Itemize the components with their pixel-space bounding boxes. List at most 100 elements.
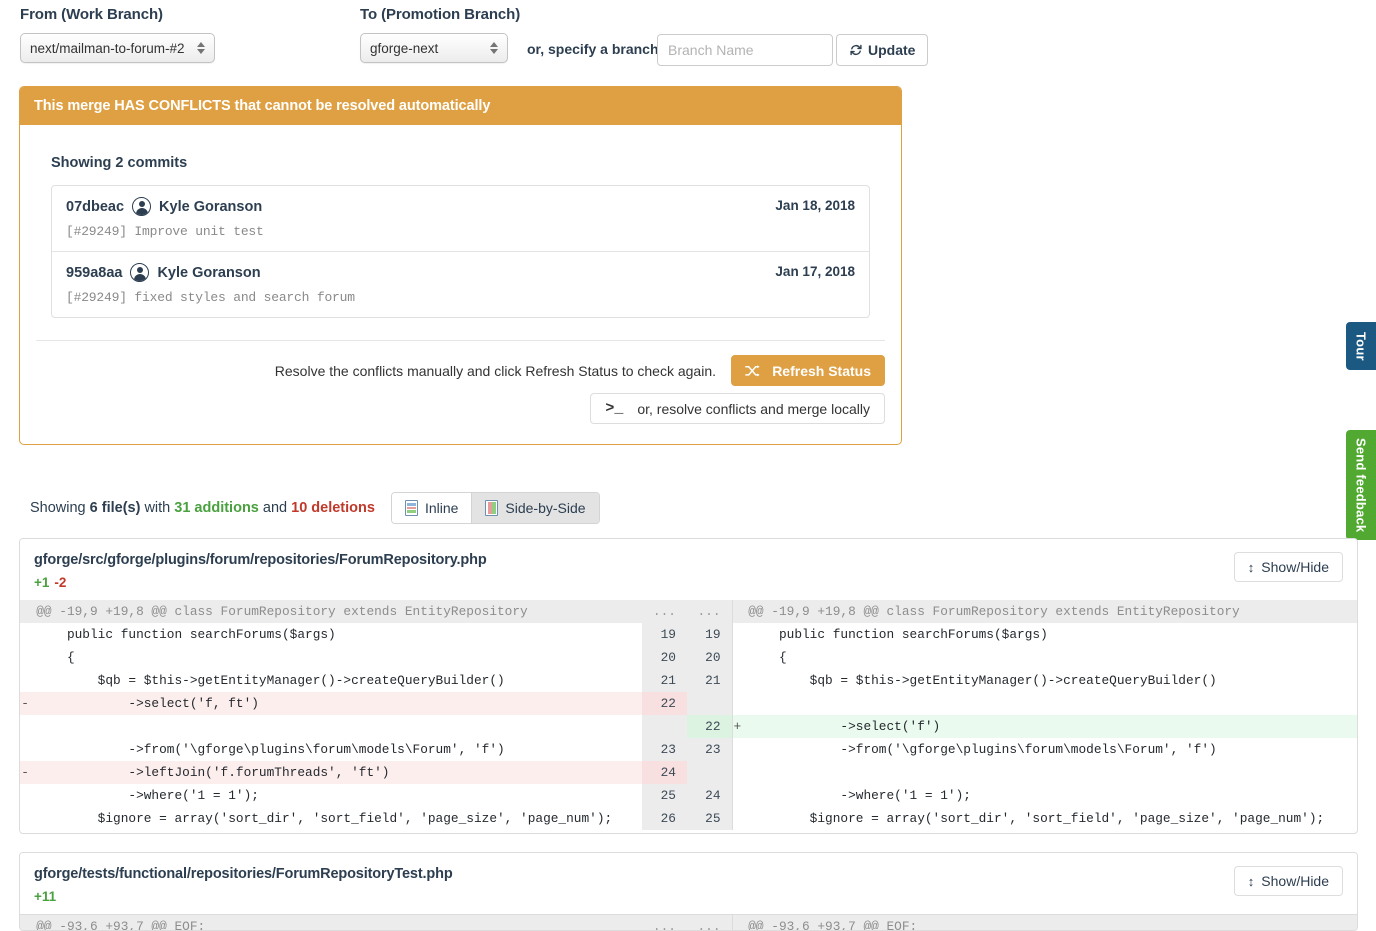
refresh-status-button[interactable]: Refresh Status [731,355,885,386]
left-code: $qb = $this->getEntityManager()->createQ… [30,669,642,692]
table-row: ->where('1 = 1'); 25 24 ->where('1 = 1')… [20,784,1357,807]
list-item[interactable]: 07dbeac Kyle Goranson Jan 18, 2018 [#292… [52,186,869,251]
terminal-icon: >_ [605,400,623,417]
show-hide-button[interactable]: ↕ Show/Hide [1234,866,1343,896]
to-branch-select[interactable]: gforge-next [360,33,508,63]
inline-view-icon [405,500,418,516]
tab-side-by-side-view[interactable]: Side-by-Side [471,493,598,523]
branch-name-input[interactable] [657,34,833,66]
left-marker: - [20,761,30,784]
summary-deletions: 10 deletions [291,500,375,516]
right-code [742,692,1357,715]
table-row: ->from('\gforge\plugins\forum\models\For… [20,738,1357,761]
commit-header: 959a8aa Kyle Goranson [66,263,855,282]
table-row: - ->leftJoin('f.forumThreads', 'ft') 24 [20,761,1357,784]
right-marker [732,738,742,761]
summary-additions: 31 additions [174,500,259,516]
right-code: ->where('1 = 1'); [742,784,1357,807]
left-line-number: 23 [642,738,687,761]
left-code: ->from('\gforge\plugins\forum\models\For… [30,738,642,761]
table-row: $ignore = array('sort_dir', 'sort_field'… [20,807,1357,830]
left-code [30,715,642,738]
tab-side-by-side-label: Side-by-Side [505,500,585,516]
right-marker [732,761,742,784]
update-button[interactable]: Update [836,34,928,66]
hunk-gutter-old: ... [642,915,687,931]
diff-file-header: gforge/src/gforge/plugins/forum/reposito… [20,539,1357,600]
or-specify-branch-label: or, specify a branch [527,41,659,57]
commit-sha[interactable]: 07dbeac [66,199,124,215]
left-line-number: 20 [642,646,687,669]
hunk-header-left: @@ -93,6 +93,7 @@ EOF: [30,915,642,931]
table-row: 22 + ->select('f') [20,715,1357,738]
table-row: public function searchForums($args) 19 1… [20,623,1357,646]
update-button-label: Update [868,42,915,58]
hunk-gutter-new: ... [687,915,732,931]
diff-table: @@ -19,9 +19,8 @@ class ForumRepository … [20,600,1357,830]
right-marker [732,646,742,669]
left-line-number: 22 [642,692,687,715]
hunk-header-left: @@ -19,9 +19,8 @@ class ForumRepository … [30,600,642,623]
right-marker [732,807,742,830]
right-code: ->select('f') [742,715,1357,738]
file-stats: +1-2 [34,575,1343,590]
diff-file-card: gforge/src/gforge/plugins/forum/reposito… [19,538,1358,834]
tab-inline-view[interactable]: Inline [392,493,471,523]
chevron-updown-icon [195,39,206,57]
tour-tab[interactable]: Tour [1346,322,1376,370]
right-line-number: 23 [687,738,732,761]
diff-hunk-header-row: @@ -19,9 +19,8 @@ class ForumRepository … [20,600,1357,623]
right-marker [732,669,742,692]
left-marker [20,784,30,807]
tour-tab-label: Tour [1354,332,1369,361]
show-hide-label: Show/Hide [1261,559,1329,575]
commit-author: Kyle Goranson [159,199,262,215]
commit-message: [#29249] Improve unit test [66,224,855,239]
left-marker [20,669,30,692]
diff-summary-bar: Showing 6 file(s) with 31 additions and … [30,492,600,524]
right-line-number: 22 [687,715,732,738]
merge-request-page: From (Work Branch) next/mailman-to-forum… [0,0,1376,931]
left-code: ->leftJoin('f.forumThreads', 'ft') [30,761,642,784]
file-path[interactable]: gforge/tests/functional/repositories/For… [34,866,1343,882]
summary-with: with [140,500,174,516]
commit-list: 07dbeac Kyle Goranson Jan 18, 2018 [#292… [51,185,870,318]
left-line-number [642,715,687,738]
conflict-panel: This merge HAS CONFLICTS that cannot be … [19,86,902,445]
diff-table: @@ -93,6 +93,7 @@ EOF: ... ... @@ -93,6 … [20,914,1357,931]
commit-message: [#29249] fixed styles and search forum [66,290,855,305]
commit-sha[interactable]: 959a8aa [66,265,122,281]
merge-locally-button[interactable]: >_ or, resolve conflicts and merge local… [590,393,885,424]
right-marker [732,784,742,807]
right-line-number [687,692,732,715]
to-branch-group: To (Promotion Branch) gforge-next [360,6,520,63]
left-code: $ignore = array('sort_dir', 'sort_field'… [30,807,642,830]
send-feedback-tab[interactable]: Send feedback [1346,430,1376,540]
hunk-gutter-old: ... [642,600,687,623]
refresh-icon [849,43,863,57]
diff-file-card: gforge/tests/functional/repositories/For… [19,852,1358,931]
right-code [742,761,1357,784]
right-code: $ignore = array('sort_dir', 'sort_field'… [742,807,1357,830]
list-item[interactable]: 959a8aa Kyle Goranson Jan 17, 2018 [#292… [52,251,869,317]
right-line-number: 19 [687,623,732,646]
left-marker: - [20,692,30,715]
file-additions: +1 [34,575,49,590]
left-line-number: 25 [642,784,687,807]
hunk-header-right: @@ -19,9 +19,8 @@ class ForumRepository … [742,600,1357,623]
file-path[interactable]: gforge/src/gforge/plugins/forum/reposito… [34,552,1343,568]
right-marker: + [732,715,742,738]
hunk-header-right: @@ -93,6 +93,7 @@ EOF: [742,915,1357,931]
tab-inline-label: Inline [425,500,458,516]
summary-and: and [259,500,291,516]
from-branch-select[interactable]: next/mailman-to-forum-#2 [20,33,215,63]
diff-summary-text: Showing 6 file(s) with 31 additions and … [30,500,375,516]
send-feedback-tab-label: Send feedback [1354,438,1369,532]
summary-file-count: 6 file(s) [90,500,141,516]
right-line-number: 20 [687,646,732,669]
table-row: $qb = $this->getEntityManager()->createQ… [20,669,1357,692]
show-hide-button[interactable]: ↕ Show/Hide [1234,552,1343,582]
right-code: ->from('\gforge\plugins\forum\models\For… [742,738,1357,761]
updown-arrow-icon: ↕ [1248,874,1255,889]
hunk-gutter-new: ... [687,600,732,623]
